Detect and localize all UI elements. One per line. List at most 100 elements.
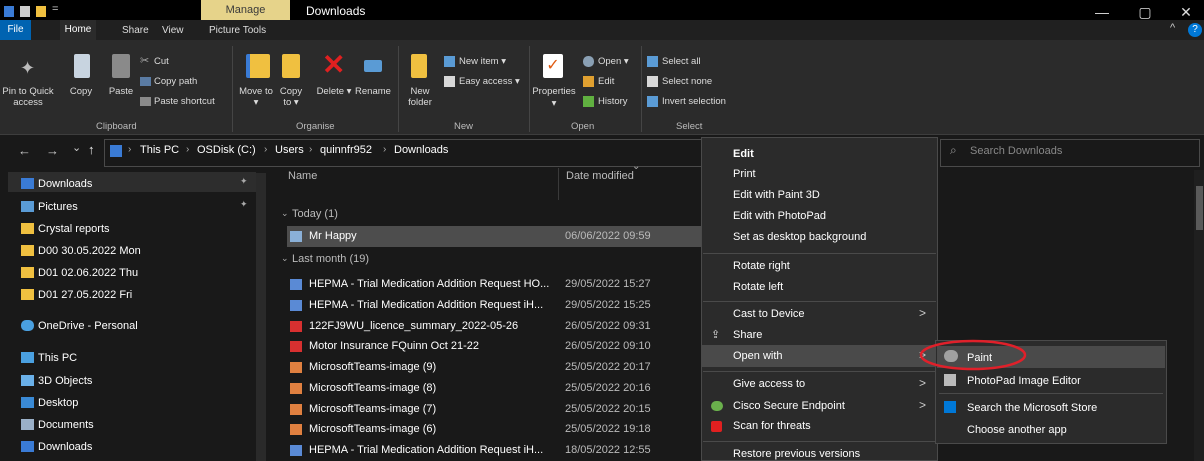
menu-item-edit-photopad[interactable]: Edit with PhotoPad [733, 210, 826, 222]
pin-icon[interactable]: ✦ [240, 199, 248, 210]
menu-item-rotate-left[interactable]: Rotate left [733, 281, 783, 293]
nav-item-3d-objects[interactable]: 3D Objects [21, 371, 92, 391]
group-collapse-icon[interactable]: ⌄ [281, 253, 289, 264]
table-row[interactable]: 122FJ9WU_licence_summary_2022-05-26 26/05… [287, 316, 707, 337]
file-date: 26/05/2022 09:10 [565, 340, 651, 352]
file-name: HEPMA - Trial Medication Addition Reques… [309, 299, 544, 311]
table-row[interactable]: MicrosoftTeams-image (8) 25/05/2022 20:16 [287, 378, 707, 399]
breadcrumb-users[interactable]: Users [275, 144, 304, 156]
table-row[interactable]: MicrosoftTeams-image (9) 25/05/2022 20:17 [287, 357, 707, 378]
up-button[interactable]: ↑ [88, 142, 95, 157]
menu-item-share[interactable]: Share [733, 329, 762, 341]
menu-item-cisco[interactable]: Cisco Secure Endpoint [733, 400, 845, 412]
file-date: 18/05/2022 12:55 [565, 444, 651, 456]
minimize-button[interactable]: — [1088, 2, 1116, 22]
nav-item-downloads-pc[interactable]: Downloads [21, 437, 92, 457]
store-icon [944, 401, 956, 413]
pin-to-quick-access-button[interactable]: ✦ Pin to Quick access [2, 52, 54, 118]
manage-tab[interactable]: Manage [201, 0, 290, 20]
nav-item-this-pc[interactable]: This PC [21, 348, 77, 368]
properties-dropdown-icon[interactable]: ▾ [531, 98, 577, 109]
table-row[interactable]: MicrosoftTeams-image (7) 25/05/2022 20:15 [287, 399, 707, 420]
table-row[interactable]: HEPMA - Trial Medication Addition Reques… [287, 440, 707, 461]
new-folder-button[interactable]: New folder [403, 52, 437, 118]
context-menu [701, 137, 938, 461]
column-header-name[interactable]: Name [288, 170, 317, 182]
cloud-icon [21, 320, 34, 331]
nav-item-d01-thu[interactable]: D01 02.06.2022 Thu [21, 263, 138, 283]
computer-icon [21, 352, 34, 363]
back-button[interactable]: ← [18, 143, 31, 158]
menu-item-edit-paint3d[interactable]: Edit with Paint 3D [733, 189, 820, 201]
recent-locations-button[interactable]: ⌄ [72, 141, 81, 154]
move-to-button[interactable]: Move to ▾ [238, 52, 274, 118]
menu-item-rotate-right[interactable]: Rotate right [733, 260, 790, 272]
new-folder-icon[interactable] [36, 6, 46, 17]
submenu-item-choose-app[interactable]: Choose another app [967, 424, 1067, 436]
nav-item-onedrive[interactable]: OneDrive - Personal [21, 316, 138, 336]
easy-access-icon [444, 76, 455, 87]
column-header-date[interactable]: Date modified [566, 170, 634, 182]
tab-home[interactable]: Home [60, 20, 96, 40]
nav-item-d01-fri[interactable]: D01 27.05.2022 Fri [21, 285, 132, 305]
nav-item-d00[interactable]: D00 30.05.2022 Mon [21, 241, 141, 261]
properties-button[interactable]: ✓ Properties ▾ [531, 52, 577, 118]
open-label: Open ▾ [598, 56, 629, 67]
close-button[interactable]: ✕ [1172, 2, 1200, 22]
menu-item-cast[interactable]: Cast to Device [733, 308, 805, 320]
copy-to-button[interactable]: Copy to ▾ [276, 52, 306, 118]
menu-item-give-access[interactable]: Give access to [733, 378, 805, 390]
group-header-last-month[interactable]: Last month (19) [292, 253, 369, 265]
menu-item-open-with[interactable]: Open with [733, 350, 783, 362]
forward-button[interactable]: → [46, 143, 59, 158]
properties-label: Properties [532, 86, 576, 97]
menu-item-set-background[interactable]: Set as desktop background [733, 231, 866, 243]
select-none-label: Select none [662, 76, 713, 87]
nav-item-pictures[interactable]: Pictures [21, 197, 78, 217]
breadcrumb-user[interactable]: quinnfr952 [320, 144, 372, 156]
cube-icon [21, 375, 34, 386]
menu-item-print[interactable]: Print [733, 168, 756, 180]
table-row[interactable]: Mr Happy 06/06/2022 09:59 [287, 226, 707, 247]
rename-button[interactable]: Rename [354, 52, 392, 118]
breadcrumb-downloads[interactable]: Downloads [394, 144, 448, 156]
breadcrumb-this-pc[interactable]: This PC [140, 144, 179, 156]
paste-shortcut-icon [140, 97, 151, 106]
file-date: 29/05/2022 15:27 [565, 278, 651, 290]
nav-item-documents[interactable]: Documents [21, 415, 94, 435]
paste-label: Paste [108, 86, 134, 97]
table-row[interactable]: MicrosoftTeams-image (6) 25/05/2022 19:18 [287, 419, 707, 440]
table-row[interactable]: HEPMA - Trial Medication Addition Reques… [287, 274, 707, 295]
group-collapse-icon[interactable]: ⌄ [281, 208, 289, 219]
tab-view[interactable]: View [162, 22, 184, 40]
paste-button[interactable]: Paste [104, 52, 138, 118]
group-header-today[interactable]: Today (1) [292, 208, 338, 220]
scrollbar-thumb[interactable] [1196, 186, 1203, 230]
customize-dropdown-icon[interactable]: = [52, 3, 58, 15]
nav-item-desktop[interactable]: Desktop [21, 393, 78, 413]
tab-file[interactable]: File [0, 20, 31, 40]
tab-picture-tools[interactable]: Picture Tools [209, 22, 266, 40]
submenu-item-photopad[interactable]: PhotoPad Image Editor [967, 375, 1081, 387]
menu-item-restore[interactable]: Restore previous versions [733, 448, 860, 460]
help-icon[interactable]: ? [1188, 23, 1202, 37]
folder-icon[interactable] [4, 6, 14, 17]
submenu-item-store[interactable]: Search the Microsoft Store [967, 402, 1097, 414]
maximize-button[interactable]: ▢ [1131, 2, 1159, 22]
table-row[interactable]: HEPMA - Trial Medication Addition Reques… [287, 295, 707, 316]
nav-item-downloads[interactable]: Downloads [21, 174, 92, 194]
properties-icon[interactable] [20, 6, 30, 17]
menu-item-scan[interactable]: Scan for threats [733, 420, 811, 432]
delete-button[interactable]: ✕ Delete ▾ [316, 49, 352, 118]
select-group-label: Select [676, 121, 703, 132]
nav-scrollbar[interactable] [256, 173, 266, 461]
collapse-ribbon-icon[interactable]: ^ [1170, 22, 1175, 34]
copy-button[interactable]: Copy [64, 52, 98, 118]
pin-icon[interactable]: ✦ [240, 176, 248, 187]
table-row[interactable]: Motor Insurance FQuinn Oct 21-22 26/05/20… [287, 336, 707, 357]
checkmark-icon: ✓ [543, 54, 563, 78]
nav-item-crystal-reports[interactable]: Crystal reports [21, 219, 110, 239]
menu-item-edit[interactable]: Edit [733, 148, 754, 160]
tab-share[interactable]: Share [122, 22, 149, 40]
breadcrumb-osdisk[interactable]: OSDisk (C:) [197, 144, 256, 156]
